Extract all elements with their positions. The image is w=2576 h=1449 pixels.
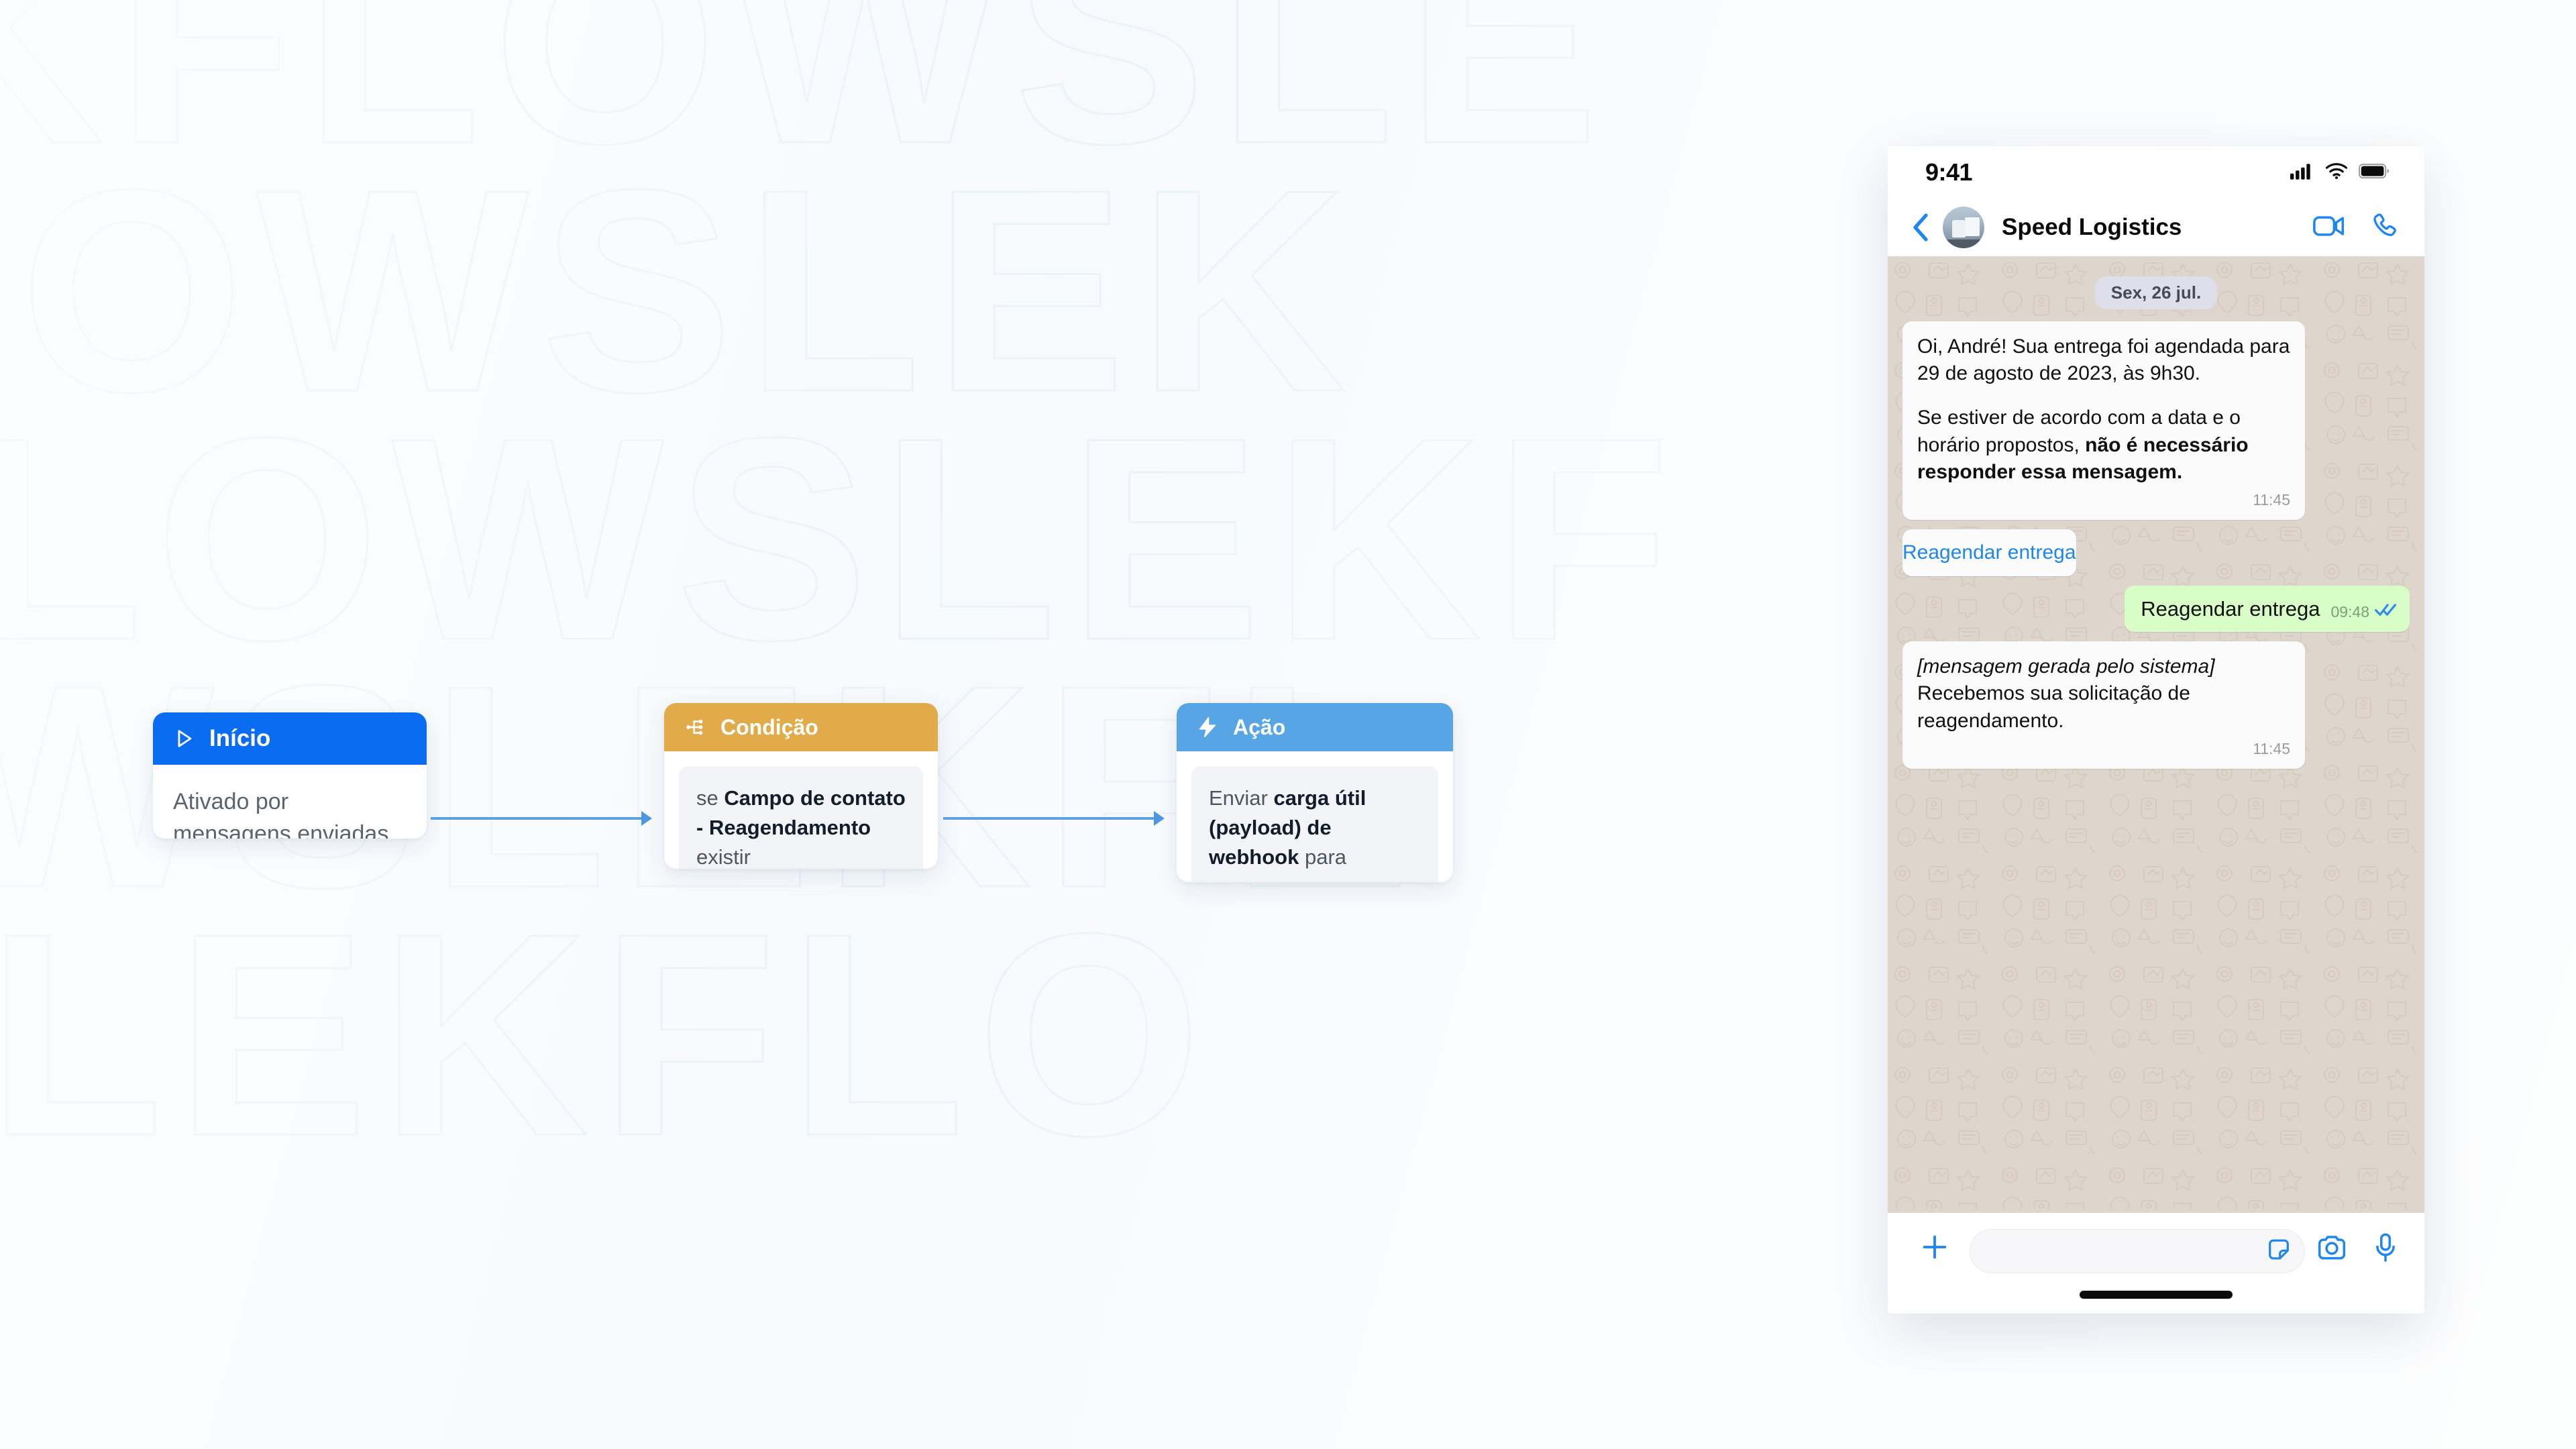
connector-start-to-condition <box>431 810 652 826</box>
message-text: Reagendar entrega <box>2141 596 2320 621</box>
flow-node-action-body: Enviar carga útil (payload) de webhook p… <box>1177 751 1453 882</box>
condition-prefix: se <box>696 786 724 810</box>
message-meta: 09:48 <box>2330 602 2396 623</box>
flow-node-condition-body: se Campo de contato - Reagendamento exis… <box>664 751 938 869</box>
connector-line <box>943 817 1155 820</box>
message-timestamp: 11:45 <box>2253 739 2290 757</box>
message-bubble-outgoing[interactable]: Reagendar entrega 09:48 <box>2125 585 2410 633</box>
quick-reply-button[interactable]: Reagendar entrega <box>1902 529 2076 576</box>
avatar[interactable] <box>1943 207 1984 248</box>
chat-header: Speed Logistics <box>1888 199 2424 256</box>
flow-node-condition[interactable]: Condição se Campo de contato - Reagendam… <box>664 703 938 869</box>
quick-reply-row: Reagendar entrega <box>1902 529 2410 576</box>
back-chevron-icon[interactable] <box>1902 211 1939 244</box>
status-time: 9:41 <box>1925 158 1973 186</box>
condition-field: Campo de contato - Reagendamento <box>696 786 906 840</box>
date-divider-row: Sex, 26 jul. <box>1902 276 2410 309</box>
home-indicator <box>2080 1291 2233 1299</box>
message-list: Sex, 26 jul. Oi, André! Sua entrega foi … <box>1902 276 2410 769</box>
flow-node-condition-label: Condição <box>720 714 818 739</box>
action-suffix: para <box>1299 845 1347 869</box>
branch-icon <box>682 714 708 741</box>
flow-node-action-label: Ação <box>1233 714 1286 739</box>
status-icons <box>2290 162 2390 183</box>
battery-icon <box>2359 163 2390 182</box>
connector-condition-to-action <box>943 810 1165 826</box>
chat-header-actions <box>2313 212 2399 244</box>
message-timestamp: 11:45 <box>2253 490 2290 508</box>
camera-icon[interactable] <box>2317 1234 2347 1265</box>
message-text: Recebemos sua solicitação de reagendamen… <box>1917 682 2190 732</box>
flow-node-condition-header: Condição <box>664 703 938 751</box>
message-input[interactable] <box>1970 1229 2305 1273</box>
message-row-incoming: [mensagem gerada pelo sistema] Recebemos… <box>1902 641 2410 769</box>
flow-node-start[interactable]: Início Ativado por mensagens enviadas vi… <box>153 712 427 839</box>
app-canvas: EKFLOWSLE KFLOWSLEK FLOWSLEKF LOWSLEKFL … <box>0 0 2576 1449</box>
microphone-icon[interactable] <box>2373 1233 2398 1266</box>
status-bar: 9:41 <box>1888 146 2424 199</box>
input-bar-actions <box>2317 1229 2398 1266</box>
play-icon <box>170 725 197 752</box>
voice-call-icon[interactable] <box>2371 212 2399 244</box>
flow-node-action-header: Ação <box>1177 703 1453 751</box>
cellular-signal-icon <box>2290 162 2314 183</box>
avatar-truck-trailer <box>1965 217 1980 236</box>
arrow-head-icon <box>641 811 652 826</box>
message-text-italic: [mensagem gerada pelo sistema] <box>1917 655 2215 678</box>
flow-node-start-header: Início <box>153 712 427 765</box>
message-row-incoming: Oi, André! Sua entrega foi agendada para… <box>1902 321 2410 520</box>
message-paragraph: Se estiver de acordo com a data e o horá… <box>1917 405 2290 486</box>
action-expression: Enviar carga útil (payload) de webhook p… <box>1191 766 1438 882</box>
action-webhook-url: https://speedlogistics.schedule <box>1209 881 1421 882</box>
flow-node-start-body: Ativado por mensagens enviadas via Whats… <box>173 789 389 839</box>
message-paragraph: Oi, André! Sua entrega foi agendada para… <box>1917 335 2290 385</box>
sticker-icon[interactable] <box>2265 1236 2292 1267</box>
wifi-icon <box>2325 162 2348 183</box>
message-bubble[interactable]: [mensagem gerada pelo sistema] Recebemos… <box>1902 641 2305 769</box>
action-prefix: Enviar <box>1209 786 1274 810</box>
phone-mockup: 9:41 Speed Logistics Sex, 26 jul. Oi, An… <box>1888 146 2424 1313</box>
contact-name[interactable]: Speed Logistics <box>2002 214 2313 241</box>
date-divider: Sex, 26 jul. <box>2094 276 2218 309</box>
condition-expression: se Campo de contato - Reagendamento exis… <box>679 766 923 869</box>
lightning-icon <box>1194 714 1221 741</box>
arrow-head-icon <box>1154 811 1165 826</box>
connector-line <box>431 817 643 820</box>
plus-icon[interactable] <box>1915 1229 1955 1263</box>
message-timestamp: 09:48 <box>2330 603 2369 621</box>
automation-flow: Início Ativado por mensagens enviadas vi… <box>0 0 1744 1449</box>
chat-body[interactable]: Sex, 26 jul. Oi, André! Sua entrega foi … <box>1888 256 2424 1213</box>
message-system-tag: [mensagem gerada pelo sistema] <box>1917 653 2290 680</box>
condition-suffix: existir <box>696 845 751 869</box>
avatar-truck-cab <box>1952 220 1966 237</box>
read-double-check-icon <box>2375 602 2396 623</box>
message-row-outgoing: Reagendar entrega 09:48 <box>1902 585 2410 633</box>
video-call-icon[interactable] <box>2313 215 2345 241</box>
flow-node-start-label: Início <box>209 725 271 751</box>
avatar-truck-road <box>1943 239 1984 248</box>
flow-node-action[interactable]: Ação Enviar carga útil (payload) de webh… <box>1177 703 1453 882</box>
message-bubble[interactable]: Oi, André! Sua entrega foi agendada para… <box>1902 321 2305 520</box>
